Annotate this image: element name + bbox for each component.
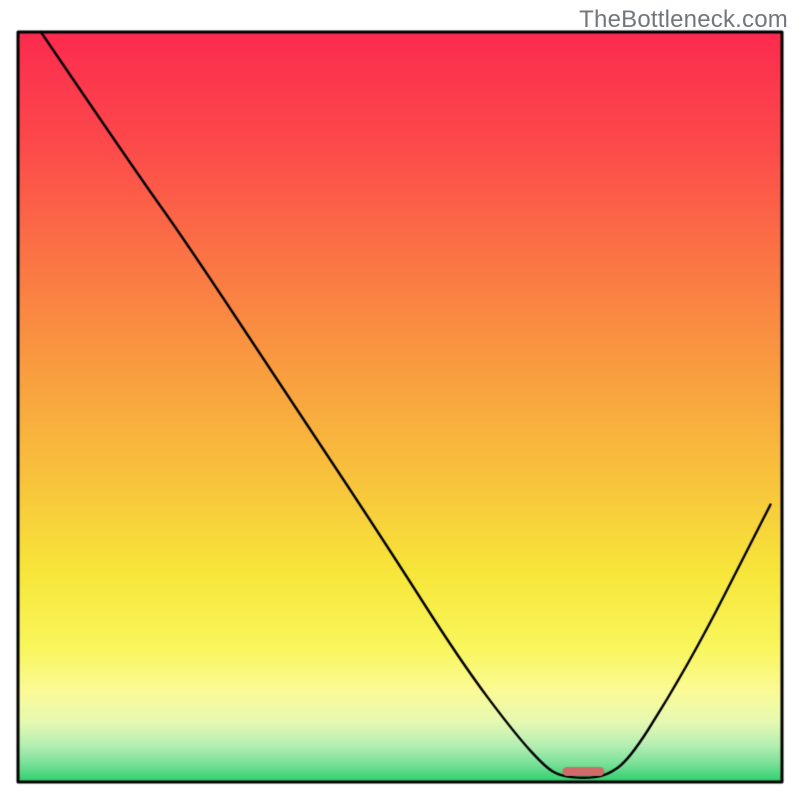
watermark-text: TheBottleneck.com <box>579 6 788 34</box>
bottleneck-chart: TheBottleneck.com <box>0 0 800 800</box>
chart-canvas <box>0 0 800 800</box>
